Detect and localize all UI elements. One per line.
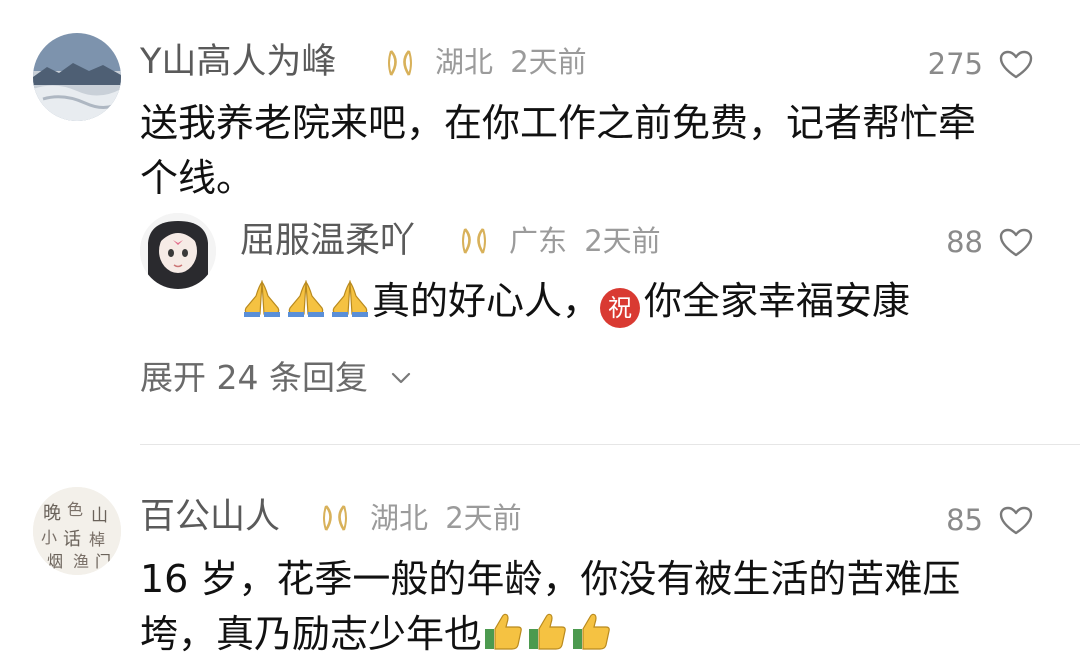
svg-text:山: 山 <box>91 506 108 526</box>
comment-location: 湖北 <box>370 501 429 535</box>
pass-badge-icon <box>323 505 347 531</box>
comment-time: 2天前 <box>445 501 522 535</box>
folded-hands-icon <box>332 280 368 317</box>
comment-text-line: 个线。 <box>140 156 255 200</box>
expand-replies-label: 展开 24 条回复 <box>140 358 368 397</box>
reply-location: 广东 <box>509 224 568 258</box>
heart-icon[interactable] <box>999 50 1033 80</box>
folded-hands-icon <box>288 280 324 317</box>
thumbs-up-icon <box>529 613 566 650</box>
commenter-avatar[interactable] <box>33 33 121 121</box>
blessing-char: 祝 <box>608 294 633 322</box>
svg-text:棹: 棹 <box>89 530 105 549</box>
comment-text-part: 垮，真乃励志少年也 <box>140 612 483 656</box>
expand-replies-button[interactable]: 展开 24 条回复 <box>140 361 412 394</box>
commenter-avatar[interactable]: 晚 色 山 小 话 棹 烟 渔 门 <box>33 487 121 575</box>
svg-text:渔: 渔 <box>73 552 89 571</box>
chevron-down-icon <box>392 372 411 384</box>
comment-text-line: 16 岁，花季一般的年龄，你没有被生活的苦难压 <box>140 557 961 601</box>
svg-text:色: 色 <box>67 500 83 519</box>
reply-avatar[interactable] <box>140 213 216 289</box>
like-count: 85 <box>946 503 983 537</box>
reply-text-part: 你全家幸福安康 <box>644 279 911 323</box>
svg-text:烟: 烟 <box>47 552 63 571</box>
svg-text:晚: 晚 <box>43 503 61 524</box>
comment-time: 2天前 <box>510 45 587 79</box>
thumbs-up-icon <box>485 613 522 650</box>
folded-hands-icon <box>244 280 280 317</box>
thumbs-up-icon <box>573 613 610 650</box>
comment-divider <box>140 444 1080 445</box>
comment-location: 湖北 <box>435 45 494 79</box>
reply-like-count: 88 <box>946 225 983 259</box>
heart-icon[interactable] <box>999 506 1033 536</box>
heart-icon[interactable] <box>999 228 1033 258</box>
svg-text:小: 小 <box>41 528 57 547</box>
pass-badge-icon <box>388 50 412 76</box>
commenter-name[interactable]: 百公山人 <box>140 500 280 535</box>
comment-text: 送我养老院来吧，在你工作之前免费，记者帮忙牵 个线。 <box>140 96 1060 206</box>
blessing-seal-icon: 祝 <box>600 288 641 328</box>
reply-time: 2天前 <box>584 224 661 258</box>
comment-text: 16 岁，花季一般的年龄，你没有被生活的苦难压 垮，真乃励志少年也 <box>140 552 1060 662</box>
svg-text:门: 门 <box>95 552 111 571</box>
svg-text:话: 话 <box>63 529 81 550</box>
reply-name[interactable]: 屈服温柔吖 <box>240 224 415 259</box>
pass-badge-icon <box>462 228 486 254</box>
reply-text-part: 真的好心人， <box>372 279 601 323</box>
reply-text: 真的好心人，祝你全家幸福安康 <box>240 274 910 329</box>
like-count: 275 <box>927 47 983 81</box>
comment-text-line: 送我养老院来吧，在你工作之前免费，记者帮忙牵 <box>140 101 977 145</box>
commenter-name[interactable]: Y山高人为峰 <box>140 45 336 80</box>
comment-text-line-2: 垮，真乃励志少年也 <box>140 607 1060 662</box>
